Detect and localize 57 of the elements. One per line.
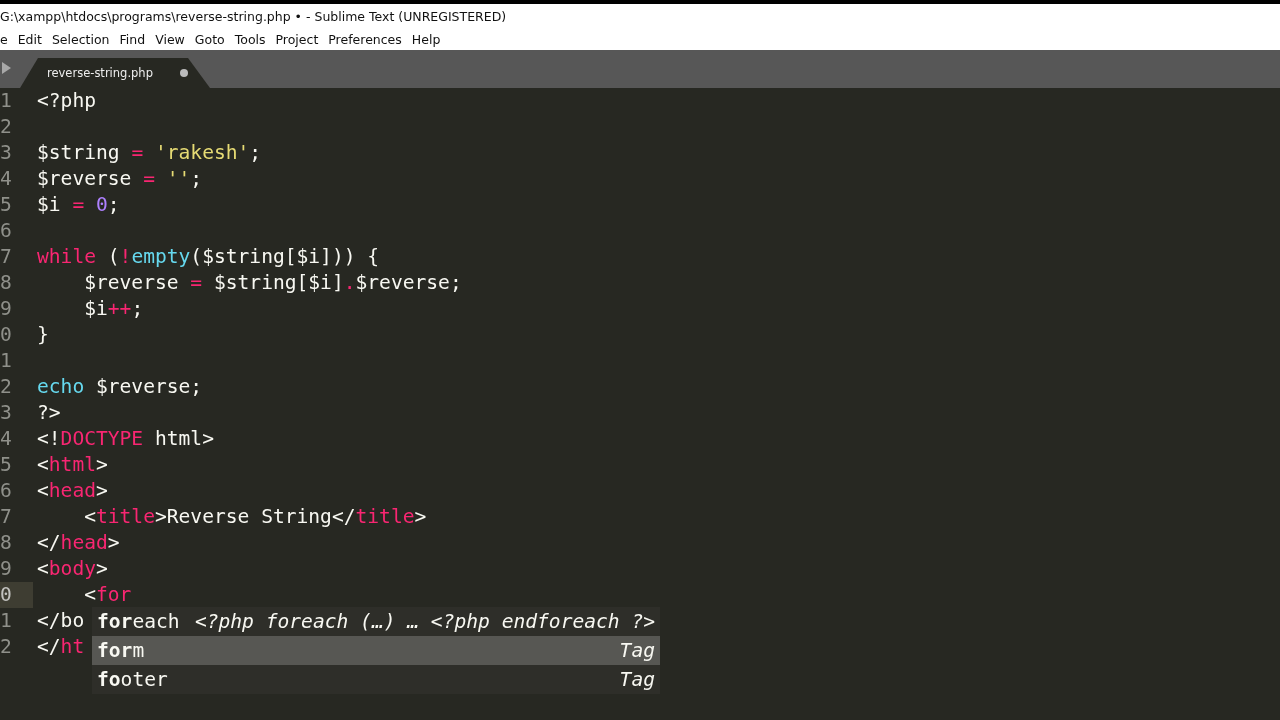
file-tab[interactable]: reverse-string.php bbox=[20, 58, 210, 88]
code-line: ?> bbox=[37, 400, 61, 426]
line-number: 4 bbox=[0, 426, 13, 452]
code-line: $string = 'rakesh'; bbox=[37, 140, 262, 166]
line-number: 7 bbox=[0, 504, 13, 530]
line-number: 2 bbox=[0, 114, 13, 140]
line-number: 7 bbox=[0, 244, 13, 270]
line-number: 3 bbox=[0, 400, 13, 426]
code-line: $i = 0; bbox=[37, 192, 120, 218]
code-line: </bo bbox=[37, 608, 85, 634]
menu-item[interactable]: Tools bbox=[234, 31, 266, 47]
code-line: <?php bbox=[37, 88, 96, 114]
code-line: <head> bbox=[37, 478, 108, 504]
line-number: 5 bbox=[0, 192, 13, 218]
code-line: } bbox=[37, 322, 49, 348]
line-number: 2 bbox=[0, 374, 13, 400]
line-number: 0 bbox=[0, 322, 13, 348]
line-number: 3 bbox=[0, 140, 13, 166]
line-number: 1 bbox=[0, 88, 13, 114]
autocomplete-item[interactable]: footer Tag bbox=[92, 665, 660, 694]
line-number: 1 bbox=[0, 608, 13, 634]
code-line: <html> bbox=[37, 452, 108, 478]
line-number: 8 bbox=[0, 270, 13, 296]
line-number: 9 bbox=[0, 296, 13, 322]
code-line: $i++; bbox=[83, 296, 144, 322]
autocomplete-item[interactable]: form Tag bbox=[92, 636, 660, 665]
line-number: 9 bbox=[0, 556, 13, 582]
line-number: 8 bbox=[0, 530, 13, 556]
line-number: 6 bbox=[0, 478, 13, 504]
code-line: </ht bbox=[37, 634, 85, 660]
menu-item[interactable]: e bbox=[0, 31, 8, 47]
menu-item[interactable]: Edit bbox=[17, 31, 42, 47]
line-number: 0 bbox=[0, 582, 33, 608]
menu-item[interactable]: Find bbox=[119, 31, 146, 47]
line-number: 1 bbox=[0, 348, 13, 374]
autocomplete-item[interactable]: foreach <?php foreach (…) … <?php endforeach ?> bbox=[92, 607, 660, 636]
code-line: <!DOCTYPE html> bbox=[37, 426, 214, 452]
line-number: 4 bbox=[0, 166, 13, 192]
code-line: $reverse = ''; bbox=[37, 166, 203, 192]
code-line: </head> bbox=[37, 530, 120, 556]
code-line: <title>Reverse String</title> bbox=[83, 504, 427, 530]
line-number: 2 bbox=[0, 634, 13, 660]
code-line: <body> bbox=[37, 556, 108, 582]
code-line: echo $reverse; bbox=[37, 374, 203, 400]
menu-item[interactable]: Preferences bbox=[328, 31, 402, 47]
window-title: G:\xampp\htdocs\programs\reverse-string.php • - Sublime Text (UNREGISTERED) bbox=[0, 8, 507, 24]
menu-item[interactable]: View bbox=[155, 31, 185, 47]
play-icon[interactable] bbox=[2, 62, 11, 74]
code-line: $reverse = $string[$i].$reverse; bbox=[83, 270, 462, 296]
menu-item[interactable]: Goto bbox=[194, 31, 225, 47]
line-number: 6 bbox=[0, 218, 13, 244]
line-number: 5 bbox=[0, 452, 13, 478]
menu-item[interactable]: Help bbox=[411, 31, 441, 47]
menu-item[interactable]: Selection bbox=[51, 31, 110, 47]
menu-item[interactable]: Project bbox=[275, 31, 319, 47]
code-line: <for bbox=[83, 582, 132, 608]
code-line: while (!empty($string[$i])) { bbox=[37, 244, 380, 270]
